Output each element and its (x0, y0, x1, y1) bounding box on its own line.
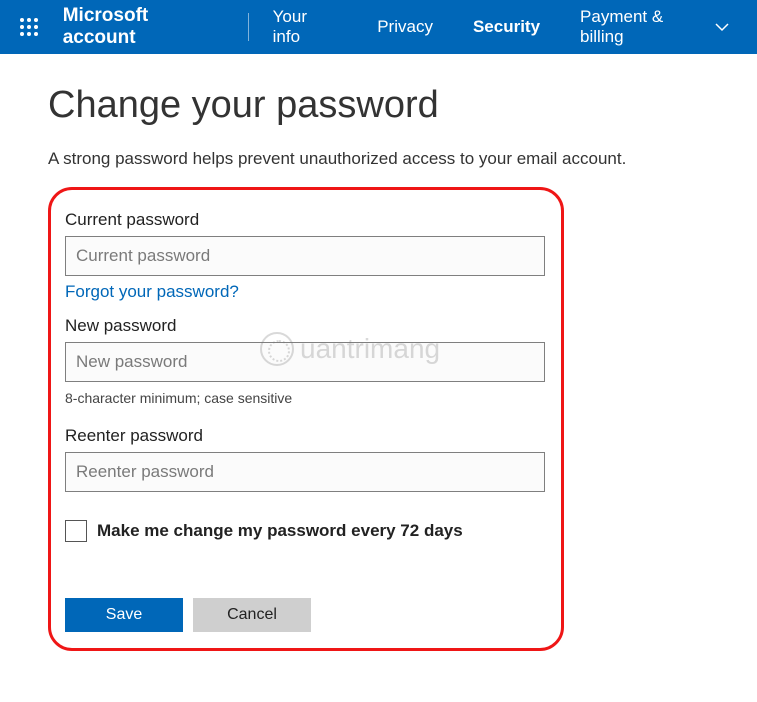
nav-security[interactable]: Security (453, 0, 560, 54)
nav-privacy[interactable]: Privacy (357, 0, 453, 54)
force-change-row: Make me change my password every 72 days (65, 520, 547, 542)
current-password-input[interactable] (65, 236, 545, 276)
reenter-password-input[interactable] (65, 452, 545, 492)
new-password-input[interactable] (65, 342, 545, 382)
nav-payment-billing[interactable]: Payment & billing (560, 0, 749, 54)
change-password-form: Current password Forgot your password? N… (48, 187, 564, 651)
nav-your-info[interactable]: Your info (253, 0, 358, 54)
page-title: Change your password (48, 84, 709, 127)
app-launcher-icon[interactable] (8, 5, 51, 49)
cancel-button[interactable]: Cancel (193, 598, 311, 632)
password-hint: 8-character minimum; case sensitive (65, 390, 547, 406)
force-change-label: Make me change my password every 72 days (97, 521, 463, 541)
chevron-down-icon (715, 17, 729, 37)
top-nav-bar: Microsoft account Your info Privacy Secu… (0, 0, 757, 54)
reenter-password-label: Reenter password (65, 426, 547, 446)
forgot-password-link[interactable]: Forgot your password? (65, 282, 239, 302)
brand-title[interactable]: Microsoft account (51, 5, 244, 49)
nav-payment-label: Payment & billing (580, 7, 707, 47)
save-button[interactable]: Save (65, 598, 183, 632)
force-change-checkbox[interactable] (65, 520, 87, 542)
button-row: Save Cancel (65, 598, 547, 632)
new-password-label: New password (65, 316, 547, 336)
current-password-label: Current password (65, 210, 547, 230)
nav-divider (248, 13, 249, 41)
page-content: Change your password A strong password h… (0, 54, 757, 691)
page-subtitle: A strong password helps prevent unauthor… (48, 149, 709, 169)
